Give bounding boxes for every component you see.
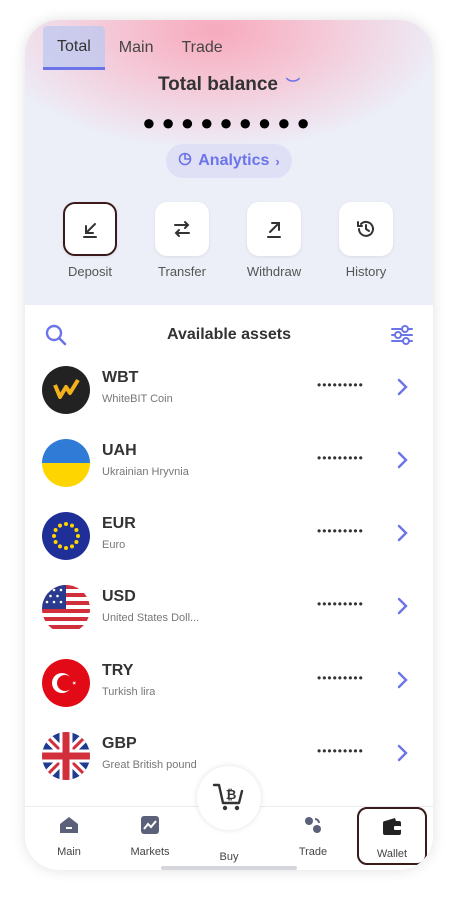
deposit-label: Deposit (67, 264, 113, 279)
asset-name: Ukrainian Hryvnia (102, 466, 189, 478)
nav-item-markets[interactable]: Markets (115, 813, 185, 858)
nav-item-main[interactable]: Main (34, 813, 104, 858)
wbt-coin-icon (42, 366, 90, 414)
nav-item-trade[interactable]: Trade (278, 813, 348, 858)
chevron-right-icon: › (275, 153, 280, 169)
nav-label: Wallet (376, 848, 408, 860)
chevron-right-icon (397, 377, 409, 402)
nav-label: Trade (298, 846, 328, 858)
history-label: History (345, 264, 387, 279)
asset-name: Euro (102, 539, 126, 551)
chevron-right-icon (397, 670, 409, 695)
nav-label: Main (57, 846, 81, 858)
ukraine-flag-icon (42, 439, 90, 487)
balance-tabs: Total Main Trade (43, 26, 237, 70)
app-screen: Total Main Trade Total balance ︶ ●●●●●●●●… (25, 20, 433, 870)
asset-name: United States Doll... (102, 612, 200, 624)
nav-item-buy[interactable]: Buy (194, 851, 264, 863)
asset-name: Great British pound (102, 759, 197, 771)
deposit-button[interactable]: Deposit (50, 202, 130, 279)
tab-main[interactable]: Main (105, 26, 168, 70)
nav-item-wallet[interactable]: Wallet (357, 807, 427, 865)
asset-symbol: GBP (102, 735, 137, 752)
filter-sliders-icon[interactable] (389, 322, 415, 353)
swap-arrows-icon (155, 202, 209, 256)
home-indicator (161, 866, 297, 870)
total-balance-toggle[interactable]: Total balance ︶ (25, 74, 433, 96)
chevron-right-icon (397, 596, 409, 621)
eye-closed-icon[interactable]: ︶ (286, 77, 300, 93)
tab-total[interactable]: Total (43, 26, 105, 70)
asset-row-try[interactable]: TRY Turkish lira ••••••••• (25, 654, 433, 714)
withdraw-button[interactable]: Withdraw (234, 202, 314, 279)
asset-row-eur[interactable]: EUR Euro ••••••••• (25, 507, 433, 567)
analytics-chart-icon (178, 152, 192, 171)
nav-label: Markets (130, 846, 170, 858)
asset-amount: ••••••••• (317, 671, 364, 685)
balance-header: Total Main Trade Total balance ︶ ●●●●●●●●… (25, 20, 433, 305)
arrow-down-left-icon (63, 202, 117, 256)
asset-symbol: EUR (102, 515, 136, 532)
asset-row-uah[interactable]: UAH Ukrainian Hryvnia ••••••••• (25, 434, 433, 494)
chevron-right-icon (397, 743, 409, 768)
transfer-button[interactable]: Transfer (142, 202, 222, 279)
uk-flag-icon (42, 732, 90, 780)
asset-symbol: UAH (102, 442, 137, 459)
history-clock-icon (339, 202, 393, 256)
asset-amount: ••••••••• (317, 451, 364, 465)
svg-text:₿: ₿ (226, 787, 237, 802)
chevron-right-icon (397, 450, 409, 475)
cart-icon: ₿ (210, 777, 248, 820)
buy-crypto-button[interactable]: ₿ (197, 766, 261, 830)
chevron-right-icon (397, 523, 409, 548)
transfer-label: Transfer (158, 264, 206, 279)
asset-symbol: WBT (102, 369, 139, 386)
chart-icon (115, 813, 185, 840)
asset-name: WhiteBIT Coin (102, 393, 173, 405)
tab-trade[interactable]: Trade (167, 26, 236, 70)
withdraw-label: Withdraw (246, 264, 302, 279)
asset-symbol: USD (102, 588, 136, 605)
us-flag-icon (42, 585, 90, 633)
asset-name: Turkish lira (102, 686, 156, 698)
analytics-label: Analytics (198, 152, 270, 169)
asset-amount: ••••••••• (317, 378, 364, 392)
analytics-button[interactable]: Analytics › (166, 144, 292, 178)
asset-amount: ••••••••• (317, 524, 364, 538)
home-icon (34, 813, 104, 840)
assets-title: Available assets (167, 326, 291, 343)
turkey-flag-icon (42, 659, 90, 707)
history-button[interactable]: History (326, 202, 406, 279)
asset-amount: ••••••••• (317, 744, 364, 758)
wallet-icon (359, 815, 425, 842)
asset-amount: ••••••••• (317, 597, 364, 611)
total-balance-value: ●●●●●●●●● (142, 110, 316, 135)
arrow-up-right-icon (247, 202, 301, 256)
asset-symbol: TRY (102, 662, 134, 679)
asset-row-usd[interactable]: USD United States Doll... ••••••••• (25, 580, 433, 640)
nav-label: Buy (219, 851, 239, 863)
quick-actions: Deposit Transfer Withdraw History (25, 202, 433, 282)
trade-icon (278, 813, 348, 840)
eu-flag-icon (42, 512, 90, 560)
total-balance-label: Total balance (157, 74, 278, 95)
asset-row-wbt[interactable]: WBT WhiteBIT Coin ••••••••• (25, 361, 433, 421)
assets-header: Available assets (25, 320, 433, 352)
